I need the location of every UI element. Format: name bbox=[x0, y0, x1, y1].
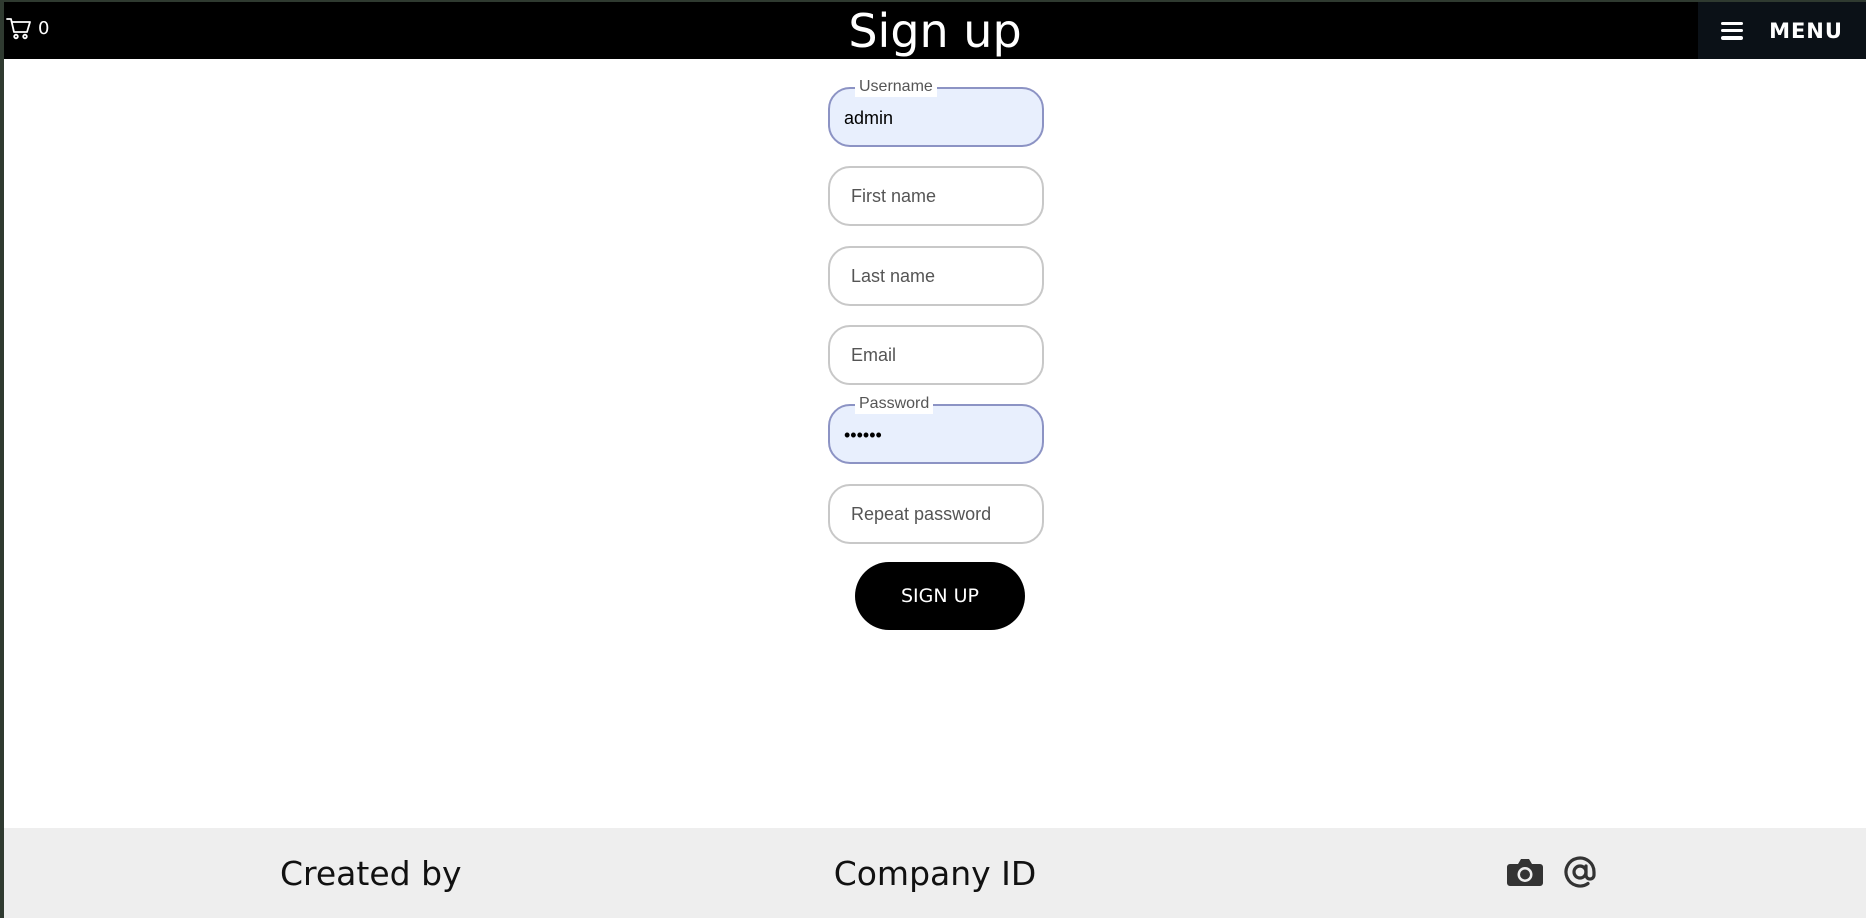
footer: Created by Company ID bbox=[4, 828, 1866, 918]
password-input[interactable] bbox=[830, 406, 1042, 462]
email-input[interactable] bbox=[830, 327, 1042, 383]
page: 0 Sign up MENU Username Password SIGN UP… bbox=[4, 2, 1866, 918]
password-label: Password bbox=[855, 394, 934, 414]
username-field: Username bbox=[828, 77, 1044, 147]
header-bar: 0 Sign up MENU bbox=[4, 2, 1866, 59]
repeat-password-field bbox=[828, 484, 1044, 544]
last-name-input[interactable] bbox=[830, 248, 1042, 304]
sign-up-button[interactable]: SIGN UP bbox=[855, 562, 1025, 630]
first-name-input[interactable] bbox=[830, 168, 1042, 224]
username-label: Username bbox=[855, 77, 937, 97]
menu-label: MENU bbox=[1769, 18, 1843, 43]
cart-icon bbox=[6, 18, 31, 40]
camera-icon[interactable] bbox=[1506, 855, 1544, 889]
last-name-field bbox=[828, 246, 1044, 306]
page-title: Sign up bbox=[848, 4, 1022, 58]
password-field: Password bbox=[828, 394, 1044, 464]
created-by-text: Created by bbox=[280, 854, 462, 893]
cart-count: 0 bbox=[38, 17, 50, 39]
username-input[interactable] bbox=[830, 89, 1042, 145]
hamburger-icon bbox=[1721, 21, 1744, 40]
cart-button[interactable]: 0 bbox=[6, 16, 49, 40]
repeat-password-input[interactable] bbox=[830, 486, 1042, 542]
at-sign-icon[interactable] bbox=[1561, 855, 1599, 889]
email-field bbox=[828, 325, 1044, 385]
first-name-field bbox=[828, 166, 1044, 226]
menu-button[interactable]: MENU bbox=[1698, 2, 1866, 59]
